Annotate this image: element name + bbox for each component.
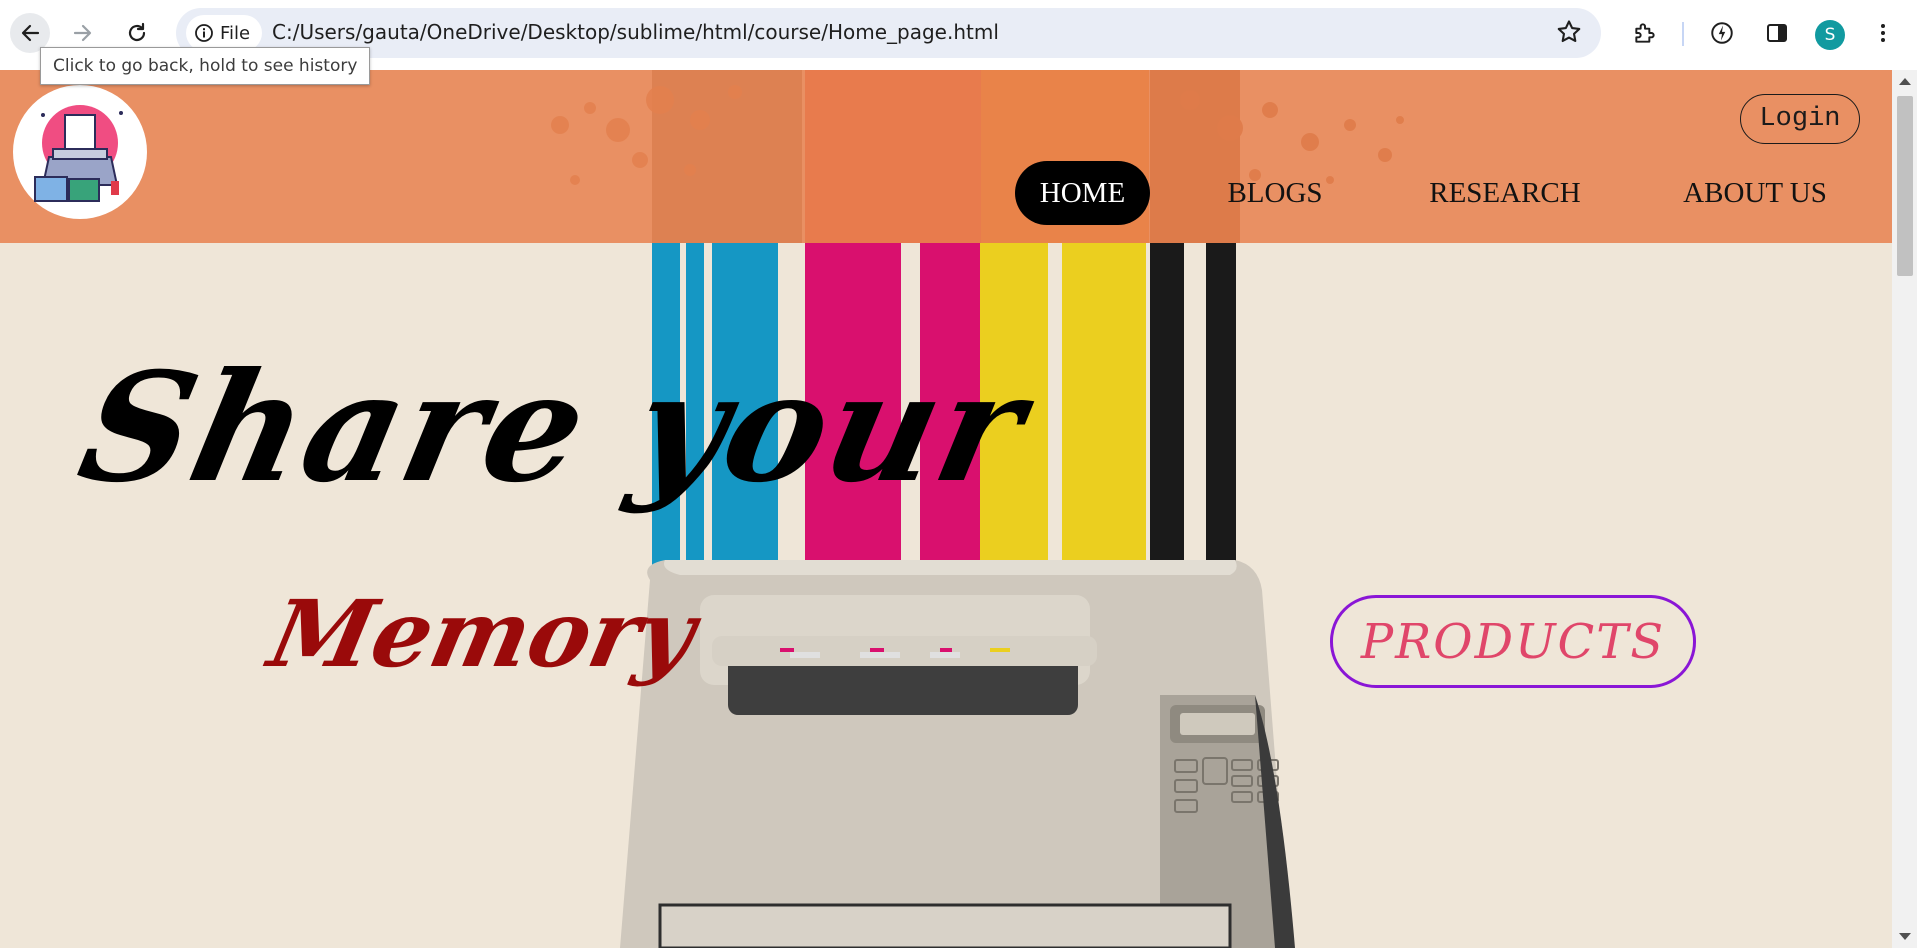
scroll-up-arrow-icon[interactable] [1899, 78, 1911, 85]
info-icon [195, 24, 213, 42]
scroll-down-arrow-icon[interactable] [1899, 933, 1911, 940]
browser-menu-button[interactable] [1866, 16, 1900, 50]
nav-blogs[interactable]: BLOGS [1210, 161, 1340, 225]
performance-icon [1711, 22, 1733, 44]
forward-arrow-icon [73, 24, 92, 42]
nav-research[interactable]: RESEARCH [1415, 161, 1595, 225]
page-viewport: Login HOME BLOGS RESEARCH ABOUT US Share… [0, 70, 1892, 948]
extensions-button[interactable] [1628, 16, 1662, 50]
products-button[interactable]: PRODUCTS [1330, 595, 1696, 688]
extensions-icon [1635, 23, 1655, 43]
site-chip-label: File [220, 22, 251, 44]
kebab-menu-icon [1881, 24, 1885, 42]
star-icon[interactable] [1555, 18, 1583, 46]
scrollbar-thumb[interactable] [1897, 96, 1913, 276]
address-bar[interactable]: File C:/Users/gauta/OneDrive/Desktop/sub… [176, 8, 1601, 58]
back-arrow-icon [21, 24, 40, 42]
side-panel-button[interactable] [1760, 16, 1794, 50]
profile-avatar[interactable]: S [1815, 20, 1845, 50]
site-header [0, 70, 1892, 243]
side-panel-icon [1767, 24, 1787, 42]
printer-logo-icon [34, 105, 123, 202]
site-logo[interactable] [13, 85, 147, 219]
reload-icon [128, 22, 146, 42]
toolbar-divider [1682, 22, 1684, 46]
url-text[interactable]: C:/Users/gauta/OneDrive/Desktop/sublime/… [272, 20, 999, 44]
page-scrollbar[interactable] [1892, 70, 1917, 948]
login-button[interactable]: Login [1740, 94, 1860, 144]
hero-subline: Memory [260, 580, 705, 688]
performance-button[interactable] [1705, 16, 1739, 50]
nav-about-us[interactable]: ABOUT US [1670, 161, 1840, 225]
hero-headline: Share your [66, 340, 1041, 516]
back-button-tooltip: Click to go back, hold to see history [40, 47, 371, 85]
site-info-chip[interactable]: File [186, 15, 263, 51]
nav-home[interactable]: HOME [1015, 161, 1150, 225]
